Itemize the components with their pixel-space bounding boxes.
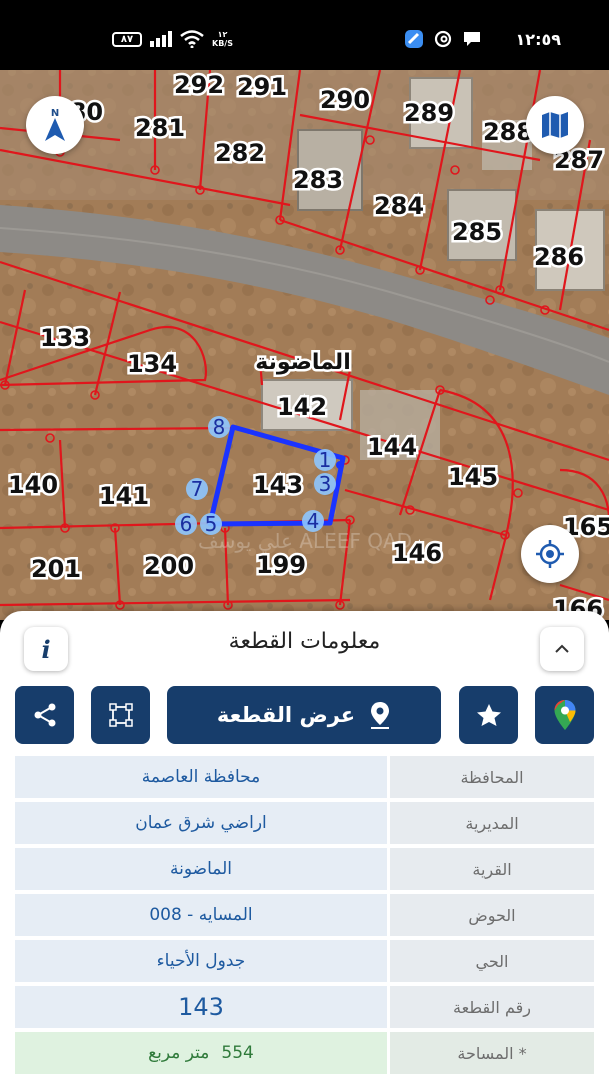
info-row-basin: المسايه - 008 الحوض (15, 894, 594, 936)
app-notification-icon (404, 30, 423, 48)
network-speed-value: ١٢ (217, 30, 228, 39)
my-location-button[interactable] (521, 525, 579, 583)
svg-text:7: 7 (191, 477, 204, 501)
map-icon (542, 112, 568, 138)
parcel-label: 285 (452, 218, 502, 246)
info-value: جدول الأحياء (15, 940, 387, 982)
battery-icon: ٨٧ (112, 31, 142, 47)
parcel-label: 281 (135, 114, 185, 142)
location-pin-icon (371, 702, 390, 729)
share-button[interactable] (15, 686, 74, 744)
info-label: الحوض (390, 894, 594, 936)
parcel-label: 140 (8, 471, 58, 499)
info-row-neighborhood: جدول الأحياء الحي (15, 940, 594, 982)
google-maps-icon (554, 700, 575, 730)
parcel-label: 291 (237, 73, 287, 101)
signal-icon (150, 31, 172, 47)
svg-text:5: 5 (205, 512, 218, 536)
battery-level: ٨٧ (120, 33, 134, 45)
parcel-label: 199 (256, 551, 306, 579)
parcel-shape-button[interactable] (91, 686, 150, 744)
parcel-label: 145 (448, 463, 498, 491)
parcel-info-sheet: i معلومات القطعة عرض القطعة محافظة العاص… (0, 611, 609, 1080)
chat-bubble-icon (463, 32, 480, 46)
status-bar: ٨٧ ١٢ KB/S ١٢:٥٩ (0, 0, 609, 70)
info-label: القرية (390, 848, 594, 890)
parcel-label: 284 (374, 192, 424, 220)
parcel-label: 133 (40, 324, 90, 352)
threads-icon (434, 30, 451, 48)
info-label: المساحة * (390, 1032, 594, 1074)
info-row-area: متر مربع 554 المساحة * (15, 1032, 594, 1074)
parcel-label: 290 (320, 86, 370, 114)
collapse-button[interactable] (540, 627, 584, 671)
svg-text:N: N (51, 108, 59, 119)
info-value: اراضي شرق عمان (15, 802, 387, 844)
polygon-icon (108, 703, 133, 727)
wifi-icon (180, 30, 204, 48)
area-unit: متر مربع (148, 1043, 210, 1063)
info-label: رقم القطعة (390, 986, 594, 1028)
info-value: المسايه - 008 (15, 894, 387, 936)
village-map-label: الماضونة (255, 350, 350, 375)
network-speed-unit: KB/S (212, 39, 233, 48)
info-label: المديرية (390, 802, 594, 844)
parcel-label: 144 (367, 433, 417, 461)
parcel-label: 201 (31, 555, 81, 583)
map-layers-button[interactable] (526, 96, 584, 154)
parcel-info-table: محافظة العاصمة المحافظة اراضي شرق عمان ا… (15, 756, 594, 1078)
north-arrow-icon: N (45, 108, 65, 141)
satellite-map[interactable]: علي يوسف ALEEF QAD 280 292 291 290 289 2… (0, 70, 609, 620)
info-value: الماضونة (15, 848, 387, 890)
info-row-governorate: محافظة العاصمة المحافظة (15, 756, 594, 798)
map-view[interactable]: علي يوسف ALEEF QAD 280 292 291 290 289 2… (0, 70, 609, 620)
info-value: محافظة العاصمة (15, 756, 387, 798)
info-row-directorate: اراضي شرق عمان المديرية (15, 802, 594, 844)
compass-button[interactable]: N (26, 96, 84, 154)
favorite-button[interactable] (459, 686, 518, 744)
parcel-label: 146 (392, 539, 442, 567)
svg-text:6: 6 (180, 512, 193, 536)
gps-target-icon (536, 540, 564, 568)
info-label: الحي (390, 940, 594, 982)
parcel-label: 200 (144, 552, 194, 580)
parcel-label: 142 (277, 393, 327, 421)
svg-text:3: 3 (319, 472, 332, 496)
area-value-cell: متر مربع 554 (15, 1032, 387, 1074)
clock: ١٢:٥٩ (515, 29, 561, 49)
parcel-label: 286 (534, 243, 584, 271)
area-value: 554 (221, 1043, 254, 1063)
star-icon (476, 704, 501, 726)
info-row-parcel-number: 143 رقم القطعة (15, 986, 594, 1028)
parcel-label: 141 (99, 482, 149, 510)
google-maps-button[interactable] (535, 686, 594, 744)
info-row-village: الماضونة القرية (15, 848, 594, 890)
parcel-label: 282 (215, 139, 265, 167)
chevron-up-icon (555, 644, 569, 653)
selected-parcel-label: 143 (253, 471, 303, 499)
parcel-label: 283 (293, 166, 343, 194)
share-icon (34, 703, 55, 727)
svg-text:1: 1 (319, 448, 332, 472)
network-speed: ١٢ KB/S (212, 30, 233, 48)
info-label: المحافظة (390, 756, 594, 798)
view-parcel-label: عرض القطعة (216, 703, 356, 727)
svg-text:4: 4 (307, 509, 320, 533)
sheet-title: معلومات القطعة (228, 629, 381, 654)
info-value: 143 (15, 986, 387, 1028)
parcel-label: 289 (404, 99, 454, 127)
svg-text:8: 8 (213, 415, 226, 439)
parcel-label: 292 (174, 71, 224, 99)
view-parcel-button[interactable]: عرض القطعة (167, 686, 441, 744)
parcel-label: 134 (127, 350, 177, 378)
